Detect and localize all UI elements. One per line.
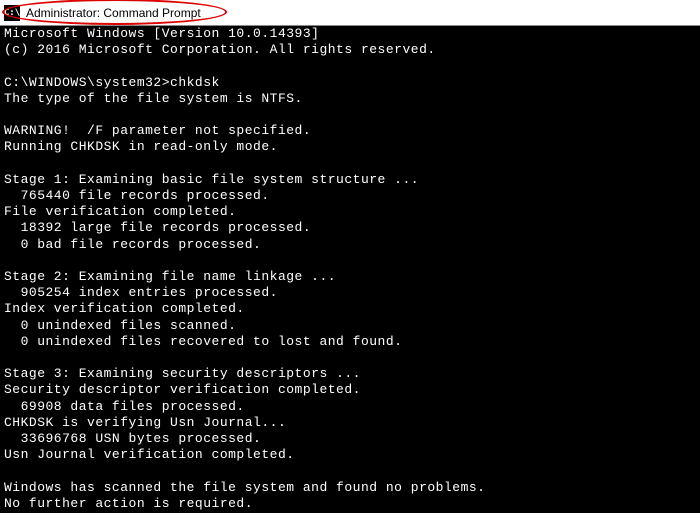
- stage2-verif: Index verification completed.: [4, 301, 245, 316]
- version-line: Microsoft Windows [Version 10.0.14393]: [4, 26, 319, 41]
- stage2-unindexed: 0 unindexed files scanned.: [4, 318, 236, 333]
- titlebar[interactable]: C:\ Administrator: Command Prompt: [0, 0, 700, 26]
- stage1-header: Stage 1: Examining basic file system str…: [4, 172, 419, 187]
- console-output: Microsoft Windows [Version 10.0.14393] (…: [0, 26, 700, 513]
- result-noproblems: Windows has scanned the file system and …: [4, 480, 485, 495]
- stage1-large: 18392 large file records processed.: [4, 220, 311, 235]
- stage1-verif: File verification completed.: [4, 204, 236, 219]
- stage2-header: Stage 2: Examining file name linkage ...: [4, 269, 336, 284]
- copyright-line: (c) 2016 Microsoft Corporation. All righ…: [4, 42, 436, 57]
- warning-nof: WARNING! /F parameter not specified.: [4, 123, 311, 138]
- result-noaction: No further action is required.: [4, 496, 253, 511]
- window-title: Administrator: Command Prompt: [26, 6, 201, 20]
- prompt-line: C:\WINDOWS\system32>chkdsk: [4, 75, 220, 90]
- stage3-verif: Security descriptor verification complet…: [4, 382, 361, 397]
- stage3-usn-verif: Usn Journal verification completed.: [4, 447, 295, 462]
- prompt-path: C:\WINDOWS\system32>: [4, 75, 170, 90]
- stage1-records: 765440 file records processed.: [4, 188, 270, 203]
- stage2-index: 905254 index entries processed.: [4, 285, 278, 300]
- stage2-recovered: 0 unindexed files recovered to lost and …: [4, 334, 402, 349]
- stage1-bad: 0 bad file records processed.: [4, 237, 261, 252]
- filesystem-type: The type of the file system is NTFS.: [4, 91, 303, 106]
- stage3-data: 69908 data files processed.: [4, 399, 245, 414]
- readonly-mode: Running CHKDSK in read-only mode.: [4, 139, 278, 154]
- cmd-icon: C:\: [4, 5, 20, 21]
- stage3-usn-bytes: 33696768 USN bytes processed.: [4, 431, 261, 446]
- typed-command: chkdsk: [170, 75, 220, 90]
- stage3-usn: CHKDSK is verifying Usn Journal...: [4, 415, 286, 430]
- stage3-header: Stage 3: Examining security descriptors …: [4, 366, 361, 381]
